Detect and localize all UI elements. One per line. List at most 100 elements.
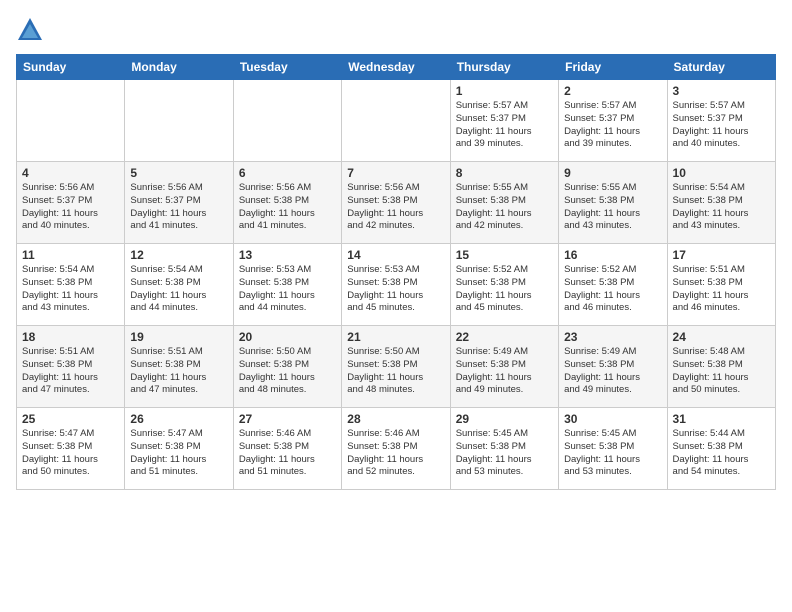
calendar-week-row: 11 Sunrise: 5:54 AM Sunset: 5:38 PM Dayli… <box>17 244 776 326</box>
day-info: Sunrise: 5:47 AM Sunset: 5:38 PM Dayligh… <box>130 428 227 479</box>
weekday-header: Friday <box>559 55 667 80</box>
day-info: Sunrise: 5:53 AM Sunset: 5:38 PM Dayligh… <box>239 264 336 315</box>
calendar-cell: 15 Sunrise: 5:52 AM Sunset: 5:38 PM Dayli… <box>450 244 558 326</box>
day-number: 17 <box>673 248 770 262</box>
day-number: 25 <box>22 412 119 426</box>
day-number: 11 <box>22 248 119 262</box>
day-number: 27 <box>239 412 336 426</box>
day-number: 12 <box>130 248 227 262</box>
calendar-cell <box>342 80 450 162</box>
weekday-row: SundayMondayTuesdayWednesdayThursdayFrid… <box>17 55 776 80</box>
calendar-cell: 13 Sunrise: 5:53 AM Sunset: 5:38 PM Dayli… <box>233 244 341 326</box>
day-info: Sunrise: 5:44 AM Sunset: 5:38 PM Dayligh… <box>673 428 770 479</box>
calendar-cell: 21Sunrise: 5:50 AM Sunset: 5:38 PM Dayli… <box>342 326 450 408</box>
logo <box>16 16 48 44</box>
calendar-cell: 1Sunrise: 5:57 AM Sunset: 5:37 PM Daylig… <box>450 80 558 162</box>
day-info: Sunrise: 5:48 AM Sunset: 5:38 PM Dayligh… <box>673 346 770 397</box>
day-number: 15 <box>456 248 553 262</box>
calendar-header: SundayMondayTuesdayWednesdayThursdayFrid… <box>17 55 776 80</box>
weekday-header: Thursday <box>450 55 558 80</box>
calendar-cell: 10 Sunrise: 5:54 AM Sunset: 5:38 PM Dayli… <box>667 162 775 244</box>
day-number: 8 <box>456 166 553 180</box>
calendar-week-row: 4 Sunrise: 5:56 AM Sunset: 5:37 PM Daylig… <box>17 162 776 244</box>
day-number: 2 <box>564 84 661 98</box>
calendar-cell: 4 Sunrise: 5:56 AM Sunset: 5:37 PM Daylig… <box>17 162 125 244</box>
day-number: 16 <box>564 248 661 262</box>
calendar-cell: 7 Sunrise: 5:56 AM Sunset: 5:38 PM Daylig… <box>342 162 450 244</box>
day-info: Sunrise: 5:52 AM Sunset: 5:38 PM Dayligh… <box>564 264 661 315</box>
day-info: Sunrise: 5:56 AM Sunset: 5:37 PM Dayligh… <box>130 182 227 233</box>
day-info: Sunrise: 5:46 AM Sunset: 5:38 PM Dayligh… <box>239 428 336 479</box>
day-number: 22 <box>456 330 553 344</box>
day-number: 28 <box>347 412 444 426</box>
calendar-cell: 25 Sunrise: 5:47 AM Sunset: 5:38 PM Dayli… <box>17 408 125 490</box>
calendar-cell: 18Sunrise: 5:51 AM Sunset: 5:38 PM Dayli… <box>17 326 125 408</box>
calendar-cell: 29 Sunrise: 5:45 AM Sunset: 5:38 PM Dayli… <box>450 408 558 490</box>
calendar-cell: 6Sunrise: 5:56 AM Sunset: 5:38 PM Daylig… <box>233 162 341 244</box>
day-info: Sunrise: 5:50 AM Sunset: 5:38 PM Dayligh… <box>347 346 444 397</box>
header <box>16 16 776 44</box>
day-info: Sunrise: 5:52 AM Sunset: 5:38 PM Dayligh… <box>456 264 553 315</box>
calendar-week-row: 1 Sunrise: 5:57 AM Sunset: 5:37 PM Daylig… <box>17 80 776 162</box>
day-number: 29 <box>456 412 553 426</box>
day-info: Sunrise: 5:49 AM Sunset: 5:38 PM Dayligh… <box>564 346 661 397</box>
day-number: 31 <box>673 412 770 426</box>
day-info: Sunrise: 5:53 AM Sunset: 5:38 PM Dayligh… <box>347 264 444 315</box>
day-number: 26 <box>130 412 227 426</box>
day-number: 7 <box>347 166 444 180</box>
day-info: Sunrise: 5:51 AM Sunset: 5:38 PM Dayligh… <box>673 264 770 315</box>
day-number: 14 <box>347 248 444 262</box>
calendar-week-row: 18Sunrise: 5:51 AM Sunset: 5:38 PM Dayli… <box>17 326 776 408</box>
calendar-cell: 30Sunrise: 5:45 AM Sunset: 5:38 PM Dayli… <box>559 408 667 490</box>
day-info: Sunrise: 5:49 AM Sunset: 5:38 PM Dayligh… <box>456 346 553 397</box>
day-info: Sunrise: 5:56 AM Sunset: 5:38 PM Dayligh… <box>239 182 336 233</box>
calendar-cell: 11 Sunrise: 5:54 AM Sunset: 5:38 PM Dayli… <box>17 244 125 326</box>
calendar-cell: 23 Sunrise: 5:49 AM Sunset: 5:38 PM Dayli… <box>559 326 667 408</box>
day-info: Sunrise: 5:47 AM Sunset: 5:38 PM Dayligh… <box>22 428 119 479</box>
page: SundayMondayTuesdayWednesdayThursdayFrid… <box>0 0 792 612</box>
calendar-cell: 31 Sunrise: 5:44 AM Sunset: 5:38 PM Dayli… <box>667 408 775 490</box>
day-number: 10 <box>673 166 770 180</box>
day-number: 24 <box>673 330 770 344</box>
calendar: SundayMondayTuesdayWednesdayThursdayFrid… <box>16 54 776 490</box>
day-info: Sunrise: 5:57 AM Sunset: 5:37 PM Dayligh… <box>564 100 661 151</box>
weekday-header: Tuesday <box>233 55 341 80</box>
day-number: 1 <box>456 84 553 98</box>
day-info: Sunrise: 5:45 AM Sunset: 5:38 PM Dayligh… <box>564 428 661 479</box>
day-info: Sunrise: 5:57 AM Sunset: 5:37 PM Dayligh… <box>673 100 770 151</box>
calendar-cell: 24 Sunrise: 5:48 AM Sunset: 5:38 PM Dayli… <box>667 326 775 408</box>
calendar-cell: 8 Sunrise: 5:55 AM Sunset: 5:38 PM Daylig… <box>450 162 558 244</box>
day-info: Sunrise: 5:46 AM Sunset: 5:38 PM Dayligh… <box>347 428 444 479</box>
day-info: Sunrise: 5:50 AM Sunset: 5:38 PM Dayligh… <box>239 346 336 397</box>
day-number: 20 <box>239 330 336 344</box>
calendar-cell <box>233 80 341 162</box>
calendar-week-row: 25 Sunrise: 5:47 AM Sunset: 5:38 PM Dayli… <box>17 408 776 490</box>
calendar-cell: 28 Sunrise: 5:46 AM Sunset: 5:38 PM Dayli… <box>342 408 450 490</box>
calendar-body: 1 Sunrise: 5:57 AM Sunset: 5:37 PM Daylig… <box>17 80 776 490</box>
calendar-cell: 26 Sunrise: 5:47 AM Sunset: 5:38 PM Dayli… <box>125 408 233 490</box>
day-info: Sunrise: 5:51 AM Sunset: 5:38 PM Dayligh… <box>130 346 227 397</box>
calendar-cell <box>17 80 125 162</box>
calendar-cell: 17 Sunrise: 5:51 AM Sunset: 5:38 PM Dayli… <box>667 244 775 326</box>
day-info: Sunrise: 5:51 AM Sunset: 5:38 PM Dayligh… <box>22 346 119 397</box>
day-info: Sunrise: 5:54 AM Sunset: 5:38 PM Dayligh… <box>673 182 770 233</box>
calendar-cell: 5Sunrise: 5:56 AM Sunset: 5:37 PM Daylig… <box>125 162 233 244</box>
day-info: Sunrise: 5:55 AM Sunset: 5:38 PM Dayligh… <box>456 182 553 233</box>
calendar-cell: 22 Sunrise: 5:49 AM Sunset: 5:38 PM Dayli… <box>450 326 558 408</box>
day-info: Sunrise: 5:55 AM Sunset: 5:38 PM Dayligh… <box>564 182 661 233</box>
weekday-header: Sunday <box>17 55 125 80</box>
day-info: Sunrise: 5:54 AM Sunset: 5:38 PM Dayligh… <box>22 264 119 315</box>
calendar-cell: 14 Sunrise: 5:53 AM Sunset: 5:38 PM Dayli… <box>342 244 450 326</box>
day-number: 13 <box>239 248 336 262</box>
day-info: Sunrise: 5:56 AM Sunset: 5:37 PM Dayligh… <box>22 182 119 233</box>
day-info: Sunrise: 5:56 AM Sunset: 5:38 PM Dayligh… <box>347 182 444 233</box>
day-info: Sunrise: 5:45 AM Sunset: 5:38 PM Dayligh… <box>456 428 553 479</box>
day-number: 19 <box>130 330 227 344</box>
logo-icon <box>16 16 44 44</box>
day-number: 4 <box>22 166 119 180</box>
calendar-cell: 3Sunrise: 5:57 AM Sunset: 5:37 PM Daylig… <box>667 80 775 162</box>
weekday-header: Wednesday <box>342 55 450 80</box>
day-number: 23 <box>564 330 661 344</box>
calendar-cell <box>125 80 233 162</box>
calendar-cell: 20 Sunrise: 5:50 AM Sunset: 5:38 PM Dayli… <box>233 326 341 408</box>
